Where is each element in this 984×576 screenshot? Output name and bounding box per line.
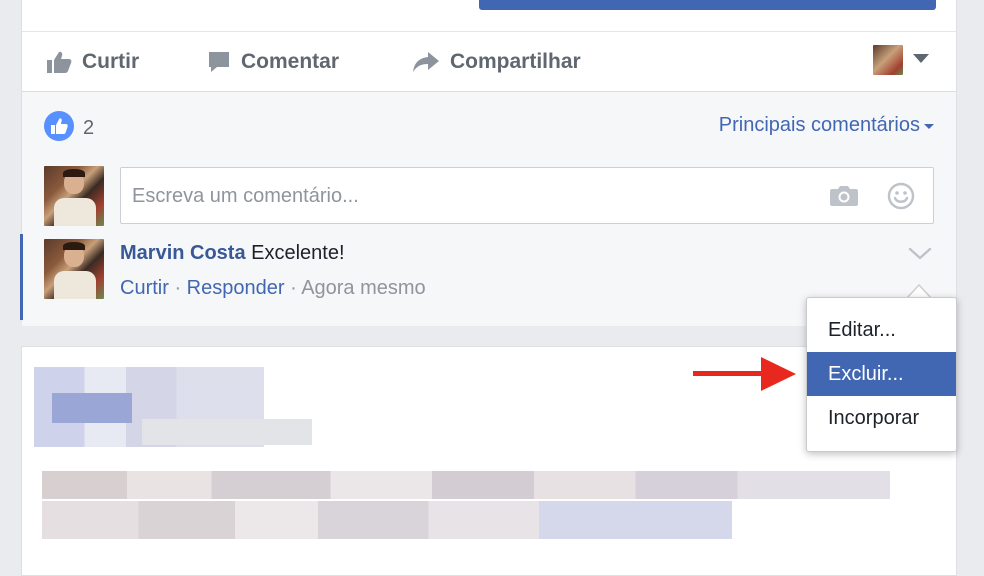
speech-bubble-icon [207,50,231,74]
avatar [873,45,903,75]
menu-item-embed[interactable]: Incorporar [807,396,956,440]
comments-section: 2 Principais comentários Escreva um come… [20,91,956,326]
post-action-bar: Curtir Comentar Compartilhar [22,33,956,91]
like-reaction-icon [44,111,74,146]
menu-item-edit[interactable]: Editar... [807,308,956,352]
share-label: Compartilhar [450,50,581,73]
comment-body: Marvin Costa Excelente! [120,242,345,265]
like-count: 2 [83,117,95,139]
pixelated-subtitle [142,419,312,445]
comment-reply-link[interactable]: Responder [187,277,285,299]
comment-label: Comentar [241,50,340,73]
reactions-summary[interactable]: 2 [44,111,94,146]
like-button[interactable]: Curtir [46,47,139,77]
pixelated-text-line [42,471,890,499]
avatar[interactable] [44,239,104,299]
separator: · [284,277,302,299]
chevron-down-icon[interactable] [908,247,932,266]
comment-button[interactable]: Comentar [207,47,339,77]
share-arrow-icon [412,50,440,74]
thumbs-up-icon [46,50,72,74]
top-partial-button[interactable] [479,0,936,10]
emoji-icon[interactable] [887,182,915,216]
audience-selector[interactable] [873,45,929,75]
comment-placeholder: Escreva um comentário... [132,185,359,207]
sort-label: Principais comentários [718,114,920,136]
post-card: Curtir Comentar Compartilhar 2 Principai… [20,0,957,326]
like-label: Curtir [82,50,140,73]
avatar[interactable] [44,166,104,226]
pixelated-avatar [52,393,132,423]
comment-timestamp: Agora mesmo [301,277,426,299]
comment-author-link[interactable]: Marvin Costa [120,242,246,264]
share-button[interactable]: Compartilhar [412,47,581,77]
comment-sort-dropdown[interactable]: Principais comentários [719,114,934,137]
comment-like-link[interactable]: Curtir [120,277,169,299]
comment-input[interactable]: Escreva um comentário... [120,167,934,224]
menu-item-delete[interactable]: Excluir... [807,352,956,396]
comment-actions: Curtir · Responder · Agora mesmo [120,277,426,300]
caret-down-icon [924,114,934,137]
post-top-strip [22,0,956,32]
comment-options-menu: Editar... Excluir... Incorporar [806,297,957,452]
comment-highlight-bar [20,234,23,320]
caret-down-icon [913,51,929,69]
pixelated-text-line [42,501,732,539]
separator: · [168,277,187,299]
camera-icon[interactable] [829,184,859,214]
comment-text: Excelente! [245,242,345,264]
red-arrow-icon [693,355,797,398]
